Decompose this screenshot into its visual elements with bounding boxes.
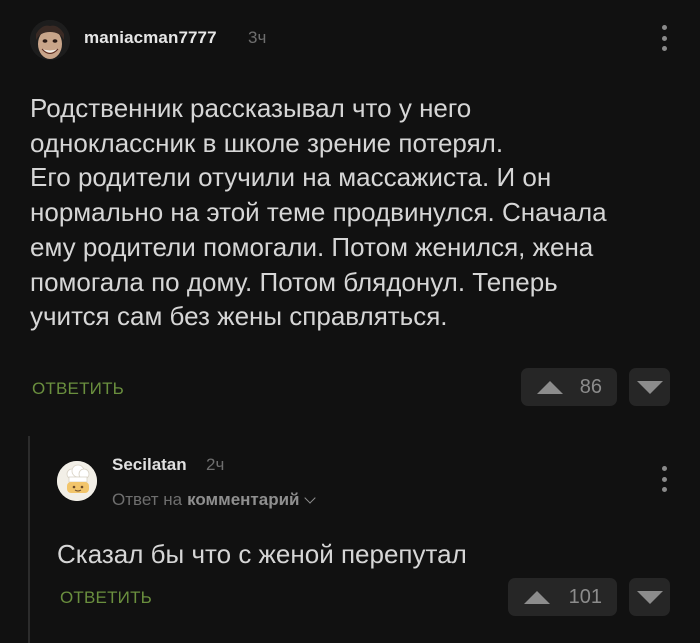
- triangle-up-icon: [524, 590, 550, 604]
- more-options-icon[interactable]: [658, 25, 670, 51]
- reply-button[interactable]: ОТВЕТИТЬ: [60, 588, 152, 608]
- reply-to-target[interactable]: комментарий: [187, 490, 299, 510]
- comment-text: Сказал бы что с женой перепутал: [57, 539, 467, 569]
- comment-text: Родственник рассказывал что у него однок…: [30, 93, 607, 332]
- reply-button[interactable]: ОТВЕТИТЬ: [32, 379, 124, 399]
- triangle-down-icon: [636, 590, 663, 604]
- comment-author[interactable]: maniacman7777: [84, 28, 217, 48]
- avatar-chef-icon: [57, 461, 97, 501]
- rating-count: 86: [579, 375, 602, 398]
- upvote-button[interactable]: 101: [508, 578, 617, 616]
- upvote-button[interactable]: 86: [521, 368, 617, 406]
- downvote-button[interactable]: [629, 578, 670, 616]
- comment-time: 3ч: [248, 28, 267, 47]
- downvote-button[interactable]: [629, 368, 670, 406]
- avatar-face-icon: [30, 20, 70, 60]
- reply-to-prefix: Ответ на: [112, 490, 183, 509]
- rating-count: 101: [568, 585, 602, 608]
- chevron-down-icon[interactable]: [304, 491, 317, 504]
- comment-author[interactable]: Secilatan: [112, 455, 187, 475]
- more-options-icon[interactable]: [658, 466, 670, 492]
- thread-indent-line[interactable]: [28, 436, 30, 643]
- triangle-up-icon: [537, 380, 563, 394]
- reply-to-link[interactable]: Ответ на комментарий: [112, 490, 317, 510]
- triangle-down-icon: [636, 380, 663, 394]
- comment-time: 2ч: [206, 455, 225, 474]
- user-avatar[interactable]: [30, 20, 70, 60]
- user-avatar[interactable]: [57, 461, 97, 501]
- comments-page: maniacman7777 3ч Родственник рассказывал…: [0, 0, 700, 643]
